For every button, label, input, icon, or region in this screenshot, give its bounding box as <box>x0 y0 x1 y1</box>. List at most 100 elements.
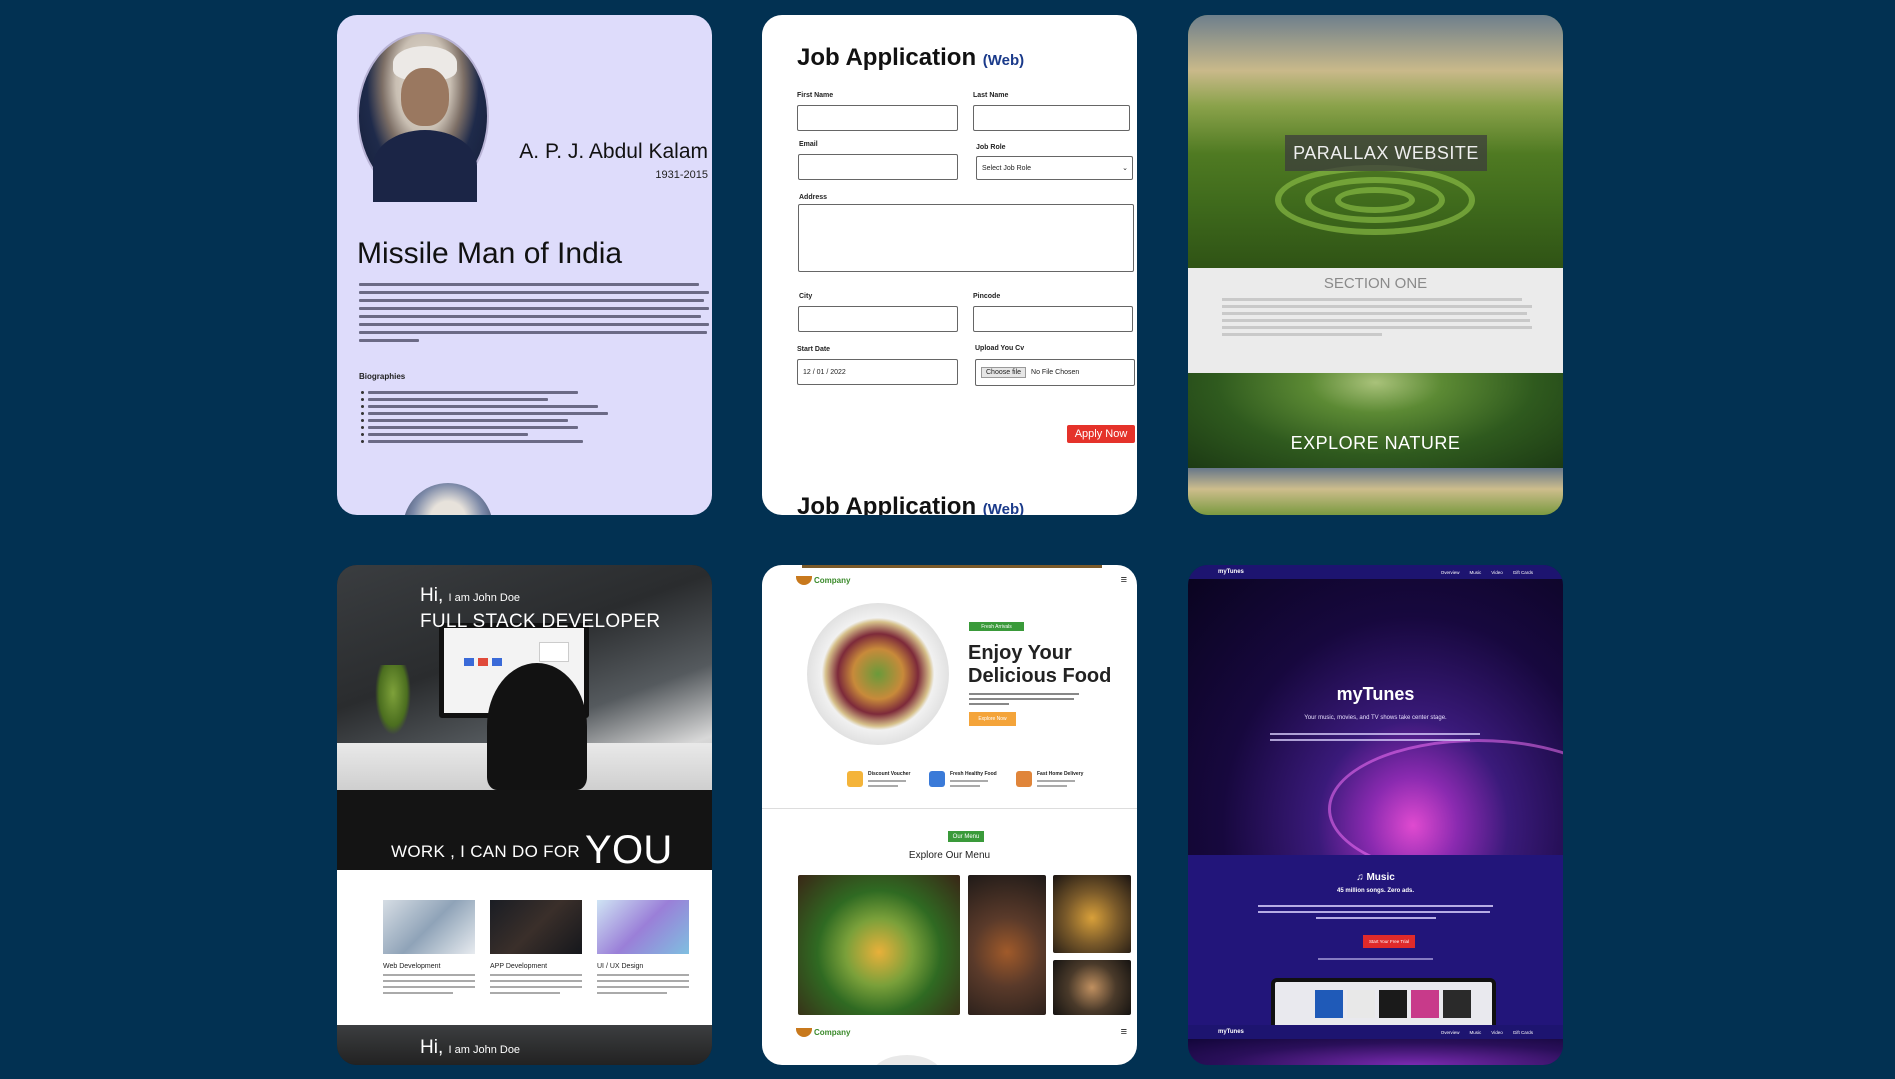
list-item <box>361 440 621 443</box>
services-section: Web Development APP Development UI / UX … <box>337 870 712 1025</box>
job-application-title-repeat: Job Application (Web) <box>797 493 1025 515</box>
menu-image-thali[interactable] <box>798 875 960 1015</box>
kalam-body-text <box>359 283 709 347</box>
explore-menu-heading: Explore Our Menu <box>908 850 991 861</box>
apply-now-button[interactable]: Apply Now <box>1067 425 1135 443</box>
voucher-icon <box>847 771 863 787</box>
biographies-heading: Biographies <box>359 372 406 381</box>
greeting: Hi, I am John Doe <box>420 585 521 606</box>
last-name-input[interactable] <box>973 105 1130 131</box>
nav-link-music[interactable]: Music <box>1470 570 1482 575</box>
service-card[interactable]: APP Development <box>490 900 582 994</box>
address-textarea[interactable] <box>798 204 1134 272</box>
hamburger-menu-icon-repeat[interactable]: ≡ <box>1121 1026 1127 1038</box>
fresh-arrivals-tag: Fresh Arrivals <box>969 622 1024 631</box>
first-name-label: First Name <box>797 92 834 99</box>
fine-print <box>1318 958 1433 960</box>
parallax-hero-title: PARALLAX WEBSITE <box>1285 135 1487 171</box>
service-card[interactable]: UI / UX Design <box>597 900 689 994</box>
food-hero-heading: Enjoy Your Delicious Food <box>968 642 1112 687</box>
feature-discount: Discount Voucher <box>847 771 910 787</box>
service-card[interactable]: Web Development <box>383 900 475 994</box>
forest-image: EXPLORE NATURE <box>1188 373 1563 468</box>
file-status: No File Chosen <box>1031 369 1080 376</box>
list-item <box>361 412 621 415</box>
kalam-name: A. P. J. Abdul Kalam <box>519 140 708 163</box>
job-role-label: Job Role <box>976 144 1006 151</box>
parallax-website-card[interactable]: PARALLAX WEBSITE SECTION ONE EXPLORE NAT… <box>1188 15 1563 515</box>
basket-icon <box>929 771 945 787</box>
job-role-select[interactable]: Select Job Role ⌄ <box>976 156 1133 180</box>
mytunes-navbar-repeat: myTunes Overview Music Video Gift Cards <box>1188 1025 1563 1039</box>
pincode-input[interactable] <box>973 306 1133 332</box>
start-date-label: Start Date <box>797 346 831 353</box>
bowl-icon <box>796 576 812 585</box>
menu-image-snack[interactable] <box>1053 875 1131 953</box>
company-logo-repeat[interactable]: Company <box>796 1028 850 1037</box>
nav-link-video[interactable]: Video <box>1491 570 1502 575</box>
our-menu-tag: Our Menu <box>948 831 984 842</box>
menu-image-curry[interactable] <box>968 875 1046 1015</box>
job-application-title: Job Application (Web) <box>797 44 1025 71</box>
list-item <box>361 426 621 429</box>
company-logo[interactable]: Company <box>796 576 850 585</box>
email-input[interactable] <box>798 154 958 180</box>
start-free-trial-button[interactable]: Start Your Free Trial <box>1363 935 1415 948</box>
developer-hero-image <box>337 565 712 790</box>
biographies-list <box>361 391 621 447</box>
mytunes-brand[interactable]: myTunes <box>1218 569 1244 575</box>
address-label: Address <box>799 194 828 201</box>
nav-link-overview[interactable]: Overview <box>1441 570 1460 575</box>
music-subtitle: 45 million songs. Zero ads. <box>1336 888 1415 894</box>
mytunes-hero-subtitle: Your music, movies, and TV shows take ce… <box>1304 715 1447 721</box>
work-band: WORK , I CAN DO FOR YOU <box>337 790 712 872</box>
job-role-selected-value: Select Job Role <box>982 164 1032 172</box>
city-input[interactable] <box>798 306 958 332</box>
developer-portfolio-card[interactable]: Hi, I am John Doe FULL STACK DEVELOPER W… <box>337 565 712 1065</box>
music-title: ♫ Music <box>1356 872 1395 883</box>
nav-link-gift-cards[interactable]: Gift Cards <box>1513 570 1533 575</box>
section-one-title: SECTION ONE <box>1323 275 1428 292</box>
developer-role: FULL STACK DEVELOPER <box>420 611 661 632</box>
list-item <box>361 419 621 422</box>
dj-turntable-image <box>1188 579 1563 879</box>
food-company-card[interactable]: Company ≡ Fresh Arrivals Enjoy Your Deli… <box>762 565 1137 1065</box>
city-label: City <box>799 293 813 300</box>
mytunes-hero-title: myTunes <box>1336 684 1415 704</box>
job-application-card[interactable]: Job Application (Web) First Name Last Na… <box>762 15 1137 515</box>
kalam-tribute-card[interactable]: A. P. J. Abdul Kalam 1931-2015 Missile M… <box>337 15 712 515</box>
salad-plate-image-repeat <box>872 1055 942 1065</box>
pincode-label: Pincode <box>973 293 1001 300</box>
choose-file-button[interactable]: Choose file <box>981 367 1027 378</box>
last-name-label: Last Name <box>973 92 1009 99</box>
kalam-title: Missile Man of India <box>357 237 623 270</box>
start-date-input[interactable]: 12 / 01 / 2022 <box>797 359 958 385</box>
kalam-portrait-image-repeat <box>403 483 493 515</box>
upload-cv-input[interactable]: Choose file No File Chosen <box>975 359 1135 386</box>
upload-cv-label: Upload You Cv <box>975 345 1025 352</box>
feature-delivery: Fast Home Delivery <box>1016 771 1083 787</box>
first-name-input[interactable] <box>797 105 958 131</box>
bowl-icon <box>796 1028 812 1037</box>
hamburger-menu-icon[interactable]: ≡ <box>1121 574 1127 586</box>
mytunes-navbar: myTunes Overview Music Video Gift Cards <box>1188 565 1563 579</box>
menu-image-dessert[interactable] <box>1053 960 1131 1015</box>
kalam-years: 1931-2015 <box>655 169 708 181</box>
chevron-down-icon: ⌄ <box>1122 165 1128 172</box>
list-item <box>361 405 621 408</box>
music-description <box>1258 905 1493 923</box>
salad-plate-image <box>807 603 949 745</box>
mytunes-hero-text <box>1270 733 1480 745</box>
divider <box>762 808 1137 809</box>
email-label: Email <box>799 141 818 148</box>
house-icon <box>1016 771 1032 787</box>
mytunes-card[interactable]: myTunes Overview Music Video Gift Cards … <box>1188 565 1563 1065</box>
developer-hero-image-repeat: Hi, I am John Doe <box>337 1025 712 1065</box>
list-item <box>361 391 621 394</box>
list-item <box>361 398 621 401</box>
dj-turntable-image-repeat <box>1188 1039 1563 1065</box>
feature-fresh-food: Fresh Healthy Food <box>929 771 997 787</box>
explore-now-button[interactable]: Explore Now <box>969 712 1016 726</box>
parallax-hero-image-repeat <box>1188 468 1563 515</box>
music-section: ♫ Music 45 million songs. Zero ads. Star… <box>1188 855 1563 1038</box>
